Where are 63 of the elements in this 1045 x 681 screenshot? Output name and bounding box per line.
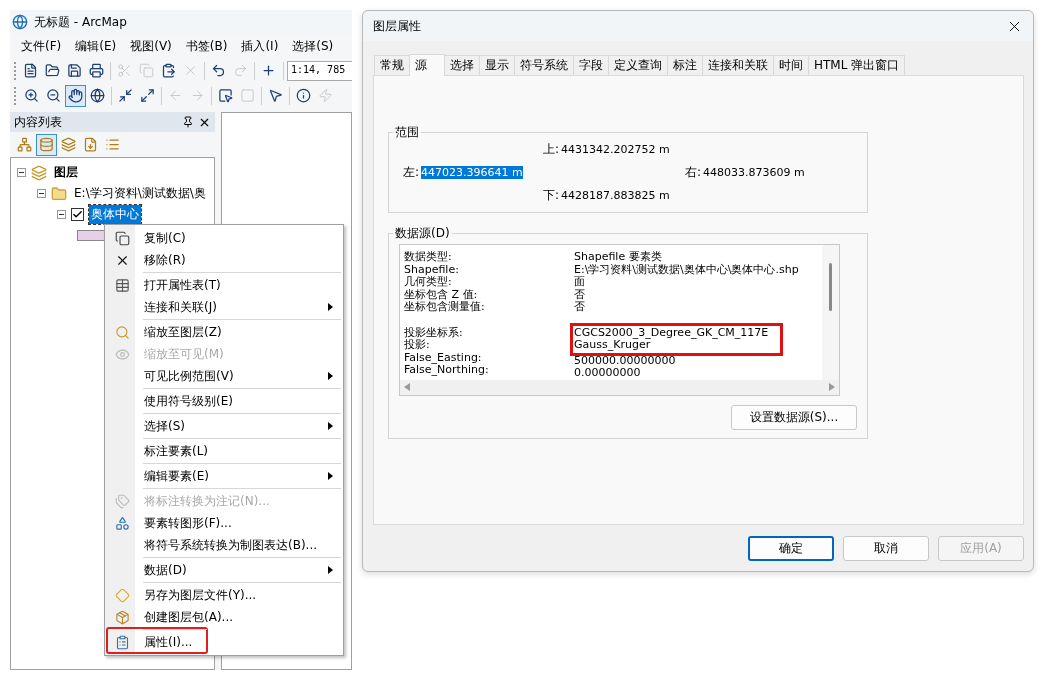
property-value: Gauss_Kruger xyxy=(574,339,651,352)
group-title: 数据源(D) xyxy=(394,225,451,242)
panel-title: 内容列表 xyxy=(14,113,62,131)
window-title: 无标题 - ArcMap xyxy=(34,13,127,31)
menu-bar-item[interactable]: 视图(V) xyxy=(123,35,179,57)
menu-item[interactable]: 另存为图层文件(Y)... xyxy=(107,581,341,606)
menu-item[interactable]: 复制(C) xyxy=(107,227,341,249)
menu-item[interactable]: 将符号系统转换为制图表达(B)... xyxy=(107,534,341,556)
menu-item[interactable]: 创建图层包(A)... xyxy=(107,606,341,628)
dialog-button[interactable]: 确定 xyxy=(748,536,834,561)
extent-value[interactable]: 448033.873609 m xyxy=(703,166,805,179)
property-label: 坐标包含测量值: xyxy=(404,301,486,314)
dialog-button[interactable]: 取消 xyxy=(843,536,929,561)
menu-item[interactable]: 要素转图形(F)... xyxy=(107,512,341,534)
menu-item[interactable]: 标注要素(L) xyxy=(107,437,341,462)
property-value: 500000.00000000 xyxy=(574,354,677,367)
menu-bar-item[interactable]: 编辑(E) xyxy=(68,35,124,57)
menu-item[interactable]: 属性(I)... xyxy=(107,628,207,653)
property-label: 数据类型: xyxy=(404,251,453,264)
scale-field[interactable]: 1:14, 785 xyxy=(287,60,352,81)
property-label: 几何类型: xyxy=(404,276,452,289)
menu-item[interactable]: 使用符号级别(E) xyxy=(107,387,341,412)
set-data-source-button[interactable]: 设置数据源(S)... xyxy=(731,405,857,430)
property-label: 投影: xyxy=(404,339,431,352)
menu-bar-item[interactable]: 书签(B) xyxy=(178,35,235,57)
property-value: 否 xyxy=(574,288,586,301)
tree-item[interactable]: E:\学习资料\测试数据\奥 xyxy=(72,184,208,203)
tab[interactable]: HTML 弹出窗口 xyxy=(808,55,906,75)
property-label: False_Northing: xyxy=(404,364,490,377)
property-value: CGCS2000_3_Degree_GK_CM_117E xyxy=(574,326,770,339)
menu-bar-item[interactable]: 选择(S) xyxy=(285,35,341,57)
property-value: 0.00000000 xyxy=(574,367,642,380)
property-label: 坐标包含 Z 值: xyxy=(404,288,479,301)
extent-label: 上: xyxy=(543,141,560,158)
menu-bar-item[interactable]: 文件(F) xyxy=(14,35,69,57)
property-label: False_Easting: xyxy=(404,351,482,364)
tree-item[interactable]: 图层 xyxy=(52,163,80,182)
menu-item[interactable]: 打开属性表(T) xyxy=(107,271,341,296)
tree-item[interactable]: 奥体中心 xyxy=(89,205,141,224)
tab[interactable]: 常规 xyxy=(374,55,410,75)
property-value: 否 xyxy=(574,301,586,314)
extent-label: 左: xyxy=(403,164,420,181)
menu-item[interactable]: 编辑要素(E) xyxy=(107,462,341,487)
menu-item[interactable]: 数据(D) xyxy=(107,556,341,581)
property-value: 面 xyxy=(574,276,586,289)
extent-label: 右: xyxy=(685,164,702,181)
extent-value[interactable]: 4431342.202752 m xyxy=(561,143,670,156)
property-value: Shapefile 要素类 xyxy=(574,251,663,264)
property-label: Shapefile: xyxy=(404,263,460,276)
menu-item[interactable]: 缩放至图层(Z) xyxy=(107,318,341,343)
menu-item[interactable]: 移除(R) xyxy=(107,249,341,271)
menu-item[interactable]: 选择(S) xyxy=(107,412,341,437)
property-value: E:\学习资料\测试数据\奥体中心\奥体中心.shp xyxy=(574,263,800,276)
menu-bar-item[interactable]: 插入(I) xyxy=(234,35,286,57)
property-label: 投影坐标系: xyxy=(404,326,464,339)
extent-value[interactable]: 447023.396641 m xyxy=(421,166,523,179)
group-title: 范围 xyxy=(394,124,420,141)
extent-value[interactable]: 4428187.883825 m xyxy=(561,189,670,202)
tab[interactable]: 源 xyxy=(409,54,445,76)
dialog-title: 图层属性 xyxy=(373,17,421,35)
menu-item[interactable]: 连接和关联(J) xyxy=(107,296,341,318)
extent-label: 下: xyxy=(543,187,560,204)
menu-item[interactable]: 可见比例范围(V) xyxy=(107,365,341,387)
